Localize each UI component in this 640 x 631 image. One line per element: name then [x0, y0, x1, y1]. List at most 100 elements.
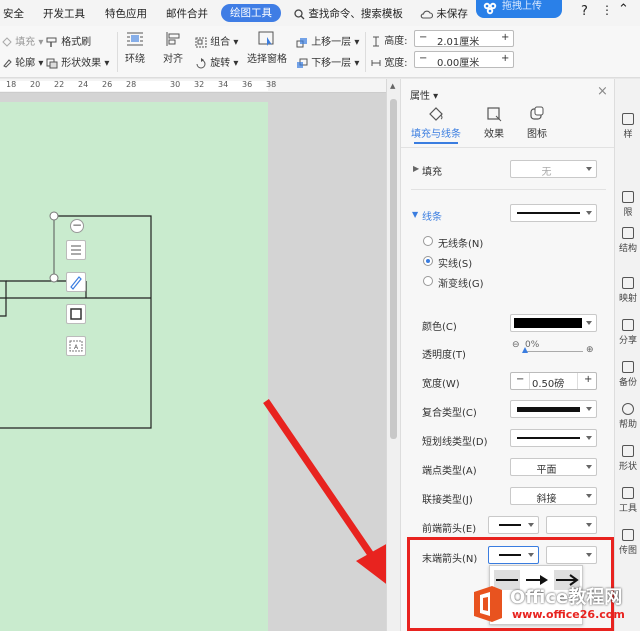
rail-limit-label: 限 [623, 208, 633, 218]
compound-type-dropdown[interactable] [510, 400, 597, 418]
wrap-button[interactable]: 环绕 [122, 31, 148, 65]
begin-arrow-style-dropdown[interactable] [488, 516, 539, 534]
ruler-tick: 18 [6, 80, 17, 89]
rail-shape[interactable]: 形状 [615, 445, 640, 472]
send-backward-icon [297, 58, 308, 68]
ai-text-icon: A [69, 340, 83, 352]
rail-share[interactable]: 分享 [615, 319, 640, 346]
icon-tab-icon [530, 106, 544, 120]
line-width-increment[interactable]: + [584, 374, 592, 385]
align-button[interactable]: 对齐 [158, 31, 188, 65]
width-stepper[interactable]: − 0.00厘米 + [414, 51, 514, 69]
height-control: 高度: [371, 32, 408, 47]
close-icon[interactable]: × [597, 84, 608, 99]
collapse-minus-icon[interactable]: − [70, 219, 84, 233]
color-dropdown[interactable] [510, 314, 597, 332]
rail-limit[interactable]: 限 [615, 191, 640, 218]
shape-icon [622, 445, 634, 457]
height-increment[interactable]: + [501, 32, 509, 43]
group-icon [195, 37, 207, 47]
width-decrement[interactable]: − [419, 53, 427, 64]
tab-drawing-tools[interactable]: 绘图工具 [221, 4, 281, 22]
selection-handle[interactable] [49, 273, 59, 283]
layout-option-button[interactable] [66, 240, 86, 260]
transparency-plus[interactable]: ⊕ [586, 345, 594, 355]
gradient-line-radio[interactable] [423, 276, 433, 286]
expand-fill-icon[interactable]: ▶ [413, 164, 419, 173]
tab-effect[interactable]: 效果 [479, 106, 509, 140]
fill-dropdown[interactable]: 无 [510, 160, 597, 178]
horizontal-ruler[interactable]: 18 20 22 24 26 28 30 32 34 36 38 [0, 79, 386, 93]
ai-layout-button[interactable]: A [66, 336, 86, 356]
rail-upload-image[interactable]: 传图 [615, 529, 640, 556]
menu-mail-merge[interactable]: 邮件合并 [166, 6, 208, 21]
svg-text:A: A [74, 344, 79, 351]
line-width-decrement[interactable]: − [516, 374, 524, 385]
solid-line-label[interactable]: 实线(S) [438, 255, 472, 270]
line-style-dropdown[interactable] [510, 204, 597, 222]
fill-button[interactable]: 填充 ▾ [2, 33, 43, 48]
menu-developer-tools[interactable]: 开发工具 [43, 6, 85, 21]
shape-effect-icon [46, 58, 58, 68]
selection-pane-button[interactable]: 选择窗格 [246, 31, 288, 65]
outline-button[interactable]: 轮廓 ▾ [2, 54, 43, 69]
height-stepper[interactable]: − 2.01厘米 + [414, 30, 514, 48]
tab-fill-line[interactable]: 填充与线条 [411, 106, 461, 144]
more-vertical-icon[interactable]: ⋮ [601, 3, 613, 17]
search-box[interactable]: 查找命令、搜索模板 [294, 6, 403, 21]
gradient-line-label[interactable]: 渐变线(G) [438, 275, 484, 290]
selection-handle[interactable] [49, 211, 59, 221]
begin-arrow-size-dropdown[interactable] [546, 516, 597, 534]
line-width-value[interactable]: 0.50磅 [532, 375, 564, 390]
line-section-label[interactable]: 线条 [422, 208, 442, 223]
rail-style[interactable]: 样 [615, 113, 640, 140]
join-type-dropdown[interactable]: 斜接 [510, 487, 597, 505]
transparency-minus[interactable]: ⊖ [512, 340, 520, 350]
transparency-slider[interactable] [523, 351, 583, 352]
cap-type-dropdown[interactable]: 平面 [510, 458, 597, 476]
scrollbar-thumb[interactable] [390, 99, 397, 439]
drag-upload-button[interactable]: 拖拽上传 [476, 0, 562, 18]
no-line-radio[interactable] [423, 236, 433, 246]
tab-icon[interactable]: 图标 [522, 106, 552, 140]
shape-effect-button[interactable]: 形状效果 ▾ [46, 54, 109, 69]
width-value[interactable]: 0.00厘米 [437, 54, 479, 69]
height-value[interactable]: 2.01厘米 [437, 33, 479, 48]
height-decrement[interactable]: − [419, 32, 427, 43]
height-icon [373, 36, 379, 46]
collapse-up-icon[interactable]: ⌃ [618, 2, 629, 17]
vertical-scrollbar[interactable]: ▲ [386, 79, 400, 631]
dash-type-dropdown[interactable] [510, 429, 597, 447]
group-label: 组合 [210, 37, 231, 48]
no-line-label[interactable]: 无线条(N) [438, 235, 483, 250]
rail-help[interactable]: 帮助 [615, 403, 640, 430]
save-status[interactable]: 未保存 [420, 6, 468, 21]
rail-tools[interactable]: 工具 [615, 487, 640, 514]
rotate-button[interactable]: 旋转 ▾ [195, 54, 238, 69]
send-backward-button[interactable]: 下移一层 ▾ [296, 54, 359, 69]
menu-security[interactable]: 安全 [3, 6, 24, 21]
rail-backup[interactable]: 备份 [615, 361, 640, 388]
bring-forward-icon [296, 37, 307, 47]
color-swatch [514, 318, 582, 328]
outline-style-button[interactable] [66, 272, 86, 292]
bring-forward-button[interactable]: 上移一层 ▾ [296, 33, 359, 48]
group-button[interactable]: 组合 ▾ [195, 33, 238, 48]
rail-mapping[interactable]: 映射 [615, 277, 640, 304]
width-increment[interactable]: + [501, 53, 509, 64]
rail-structure[interactable]: 结构 [615, 227, 640, 254]
scroll-up-icon[interactable]: ▲ [390, 82, 395, 90]
line-width-stepper[interactable]: − 0.50磅 + [510, 372, 597, 390]
panel-title[interactable]: 属性 ▾ [410, 87, 438, 102]
solid-line-radio[interactable] [423, 256, 433, 266]
fill-section-label[interactable]: 填充 [422, 163, 442, 178]
transparency-slider-thumb[interactable] [522, 347, 528, 353]
right-sidebar-rail: 样 限 结构 映射 分享 备份 帮助 形状 工具 传图 [614, 79, 640, 631]
document-canvas[interactable]: − A [0, 93, 398, 631]
shape-frame-button[interactable] [66, 304, 86, 324]
format-brush-button[interactable]: 格式刷 [46, 33, 91, 48]
color-label: 颜色(C) [422, 322, 457, 333]
menu-special-apps[interactable]: 特色应用 [105, 6, 147, 21]
help-icon[interactable]: ? [581, 4, 588, 19]
expand-line-icon[interactable]: ▼ [412, 210, 418, 219]
